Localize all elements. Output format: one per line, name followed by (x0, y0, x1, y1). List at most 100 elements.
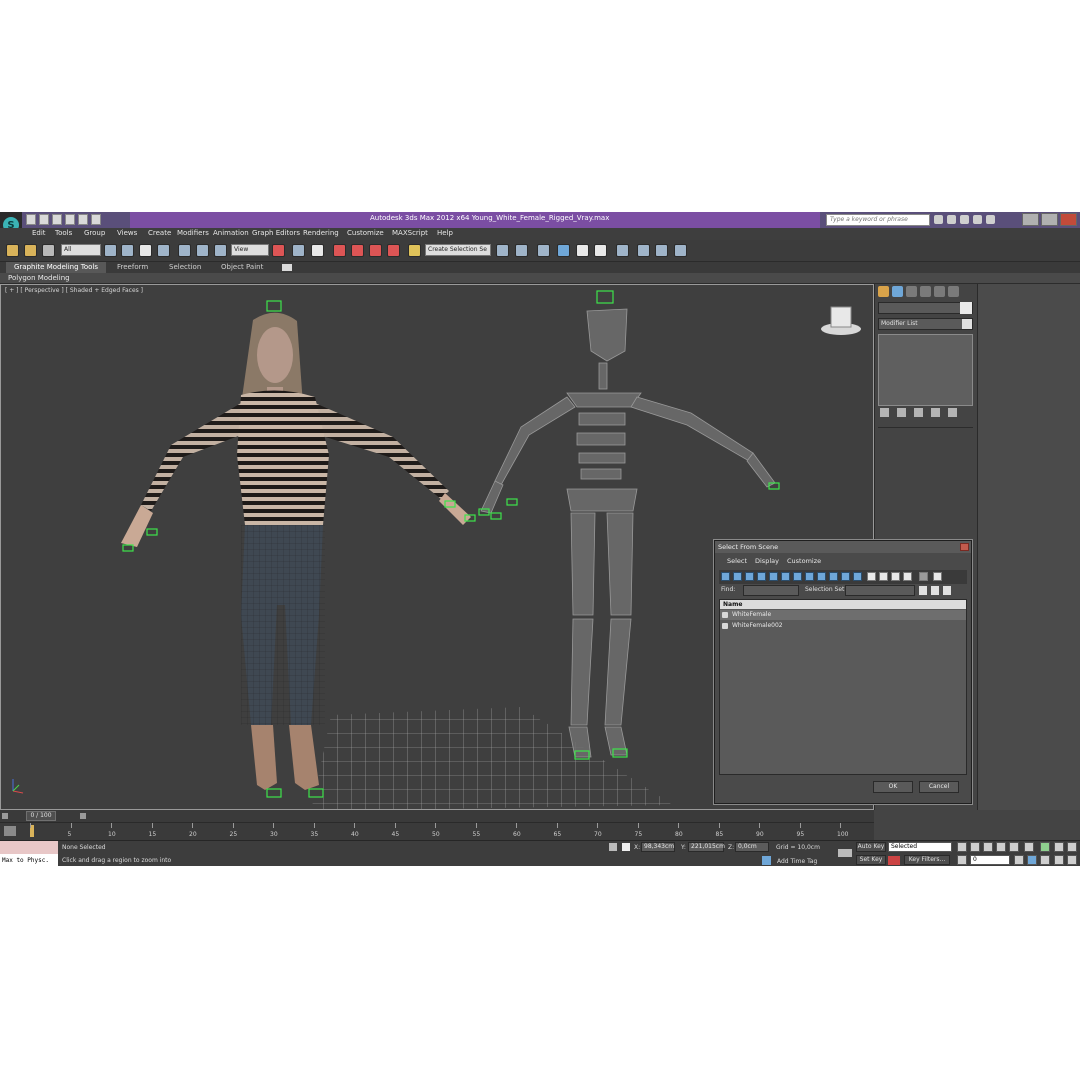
minimize-button[interactable] (1022, 213, 1039, 226)
filter-icon[interactable] (919, 572, 928, 581)
rotate-icon[interactable] (196, 244, 209, 257)
scene-object-list[interactable]: Name WhiteFemale WhiteFemale002 (719, 599, 967, 775)
viewcube-icon[interactable] (821, 306, 861, 335)
z-coordinate-field[interactable]: 0,0cm (735, 842, 769, 852)
display-shapes-icon[interactable] (733, 572, 742, 581)
rectangular-selection-icon[interactable] (139, 244, 152, 257)
key-mode-dropdown[interactable]: Selected (888, 842, 952, 852)
angle-snap-icon[interactable] (351, 244, 364, 257)
maximize-viewport-icon[interactable] (1067, 855, 1077, 865)
scale-icon[interactable] (214, 244, 227, 257)
prev-frame-button[interactable] (970, 842, 980, 852)
percent-snap-icon[interactable] (369, 244, 382, 257)
time-config-button[interactable] (957, 855, 967, 865)
list-item[interactable]: WhiteFemale002 (720, 621, 966, 631)
orbit-icon[interactable] (1054, 855, 1064, 865)
unlink-icon[interactable] (24, 244, 37, 257)
pin-stack-icon[interactable] (880, 408, 889, 417)
time-tag-icon[interactable] (762, 856, 771, 865)
name-column-header[interactable]: Name (720, 600, 966, 609)
list-item[interactable]: WhiteFemale (720, 610, 966, 620)
menu-graph-editors[interactable]: Graph Editors (252, 229, 300, 237)
goto-start-button[interactable] (957, 842, 967, 852)
object-color-swatch[interactable] (960, 302, 972, 314)
find-input[interactable] (743, 585, 799, 596)
menu-help[interactable]: Help (437, 229, 453, 237)
next-frame-button[interactable] (996, 842, 1006, 852)
select-by-name-icon[interactable] (121, 244, 134, 257)
maximize-button[interactable] (1041, 213, 1058, 226)
display-cameras-icon[interactable] (757, 572, 766, 581)
pivot-center-icon[interactable] (272, 244, 285, 257)
zoom-icon[interactable] (1014, 855, 1024, 865)
bind-space-warp-icon[interactable] (42, 244, 55, 257)
mirror-icon[interactable] (496, 244, 509, 257)
named-selection-dropdown[interactable]: Create Selection Se (425, 244, 491, 256)
align-icon[interactable] (515, 244, 528, 257)
display-bones-icon[interactable] (817, 572, 826, 581)
display-frozen-icon[interactable] (841, 572, 850, 581)
modify-tab-icon[interactable] (892, 286, 903, 297)
zoom-extents-icon[interactable] (1040, 842, 1050, 852)
zoom-all-icon[interactable] (1027, 855, 1037, 865)
next-frame-arrow-icon[interactable] (80, 813, 86, 819)
curve-editor-icon[interactable] (576, 244, 589, 257)
display-children-icon[interactable] (903, 572, 912, 581)
tab-graphite-modeling-tools[interactable]: Graphite Modeling Tools (6, 262, 107, 273)
binoculars-icon[interactable] (934, 215, 943, 224)
hierarchy-tab-icon[interactable] (906, 286, 917, 297)
modifier-stack[interactable] (878, 334, 973, 406)
display-space-warps-icon[interactable] (781, 572, 790, 581)
auto-key-button[interactable]: Auto Key (856, 842, 886, 852)
close-dialog-button[interactable] (960, 543, 969, 551)
menu-rendering[interactable]: Rendering (303, 229, 339, 237)
dialog-menu-select[interactable]: Select (727, 557, 747, 565)
window-crossing-icon[interactable] (157, 244, 170, 257)
edit-named-selection-icon[interactable] (408, 244, 421, 257)
material-editor-icon[interactable] (616, 244, 629, 257)
spinner-snap-icon[interactable] (387, 244, 400, 257)
x-coordinate-field[interactable]: 98,343cm (641, 842, 675, 852)
create-tab-icon[interactable] (878, 286, 889, 297)
key-mode-toggle-button[interactable] (1024, 842, 1034, 852)
favorites-star-icon[interactable] (973, 215, 982, 224)
display-hidden-icon[interactable] (853, 572, 862, 581)
display-geometry-icon[interactable] (721, 572, 730, 581)
trackbar[interactable]: 5 10 15 20 25 30 35 40 45 50 55 60 65 70 75 80 85 90 95 100 (0, 822, 874, 840)
maxscript-listener-input[interactable]: Max to Physc. (0, 854, 58, 866)
reference-coordinate-dropdown[interactable]: View (231, 244, 269, 256)
menu-create[interactable]: Create (148, 229, 171, 237)
select-link-icon[interactable] (6, 244, 19, 257)
menu-views[interactable]: Views (117, 229, 137, 237)
motion-tab-icon[interactable] (920, 286, 931, 297)
time-slider-handle[interactable]: 0 / 100 (26, 811, 56, 821)
selection-filter-dropdown[interactable]: All (61, 244, 101, 256)
render-setup-icon[interactable] (637, 244, 650, 257)
display-helpers-icon[interactable] (769, 572, 778, 581)
project-folder-icon[interactable] (91, 214, 101, 225)
menu-group[interactable]: Group (84, 229, 105, 237)
snaps-toggle-icon[interactable] (333, 244, 346, 257)
add-time-tag[interactable]: Add Time Tag (777, 858, 817, 865)
goto-end-button[interactable] (1009, 842, 1019, 852)
new-file-icon[interactable] (26, 214, 36, 225)
dialog-menu-display[interactable]: Display (755, 557, 779, 565)
create-set-icon[interactable] (919, 586, 927, 595)
tab-selection[interactable]: Selection (169, 263, 201, 271)
modifier-list-dropdown[interactable]: Modifier List (878, 318, 973, 330)
open-file-icon[interactable] (39, 214, 49, 225)
add-to-set-icon[interactable] (931, 586, 939, 595)
zoom-extents-all-icon[interactable] (1054, 842, 1064, 852)
menu-edit[interactable]: Edit (32, 229, 46, 237)
key-filters-button[interactable]: Key Filters... (904, 855, 950, 865)
graphite-toggle-icon[interactable] (557, 244, 570, 257)
mini-curve-editor-icon[interactable] (4, 826, 16, 836)
play-button[interactable] (983, 842, 993, 852)
sort-icon[interactable] (933, 572, 942, 581)
set-key-icon[interactable] (888, 856, 900, 865)
tab-freeform[interactable]: Freeform (117, 263, 148, 271)
make-unique-icon[interactable] (914, 408, 923, 417)
menu-customize[interactable]: Customize (347, 229, 384, 237)
tab-object-paint[interactable]: Object Paint (221, 263, 263, 271)
display-invert-icon[interactable] (891, 572, 900, 581)
